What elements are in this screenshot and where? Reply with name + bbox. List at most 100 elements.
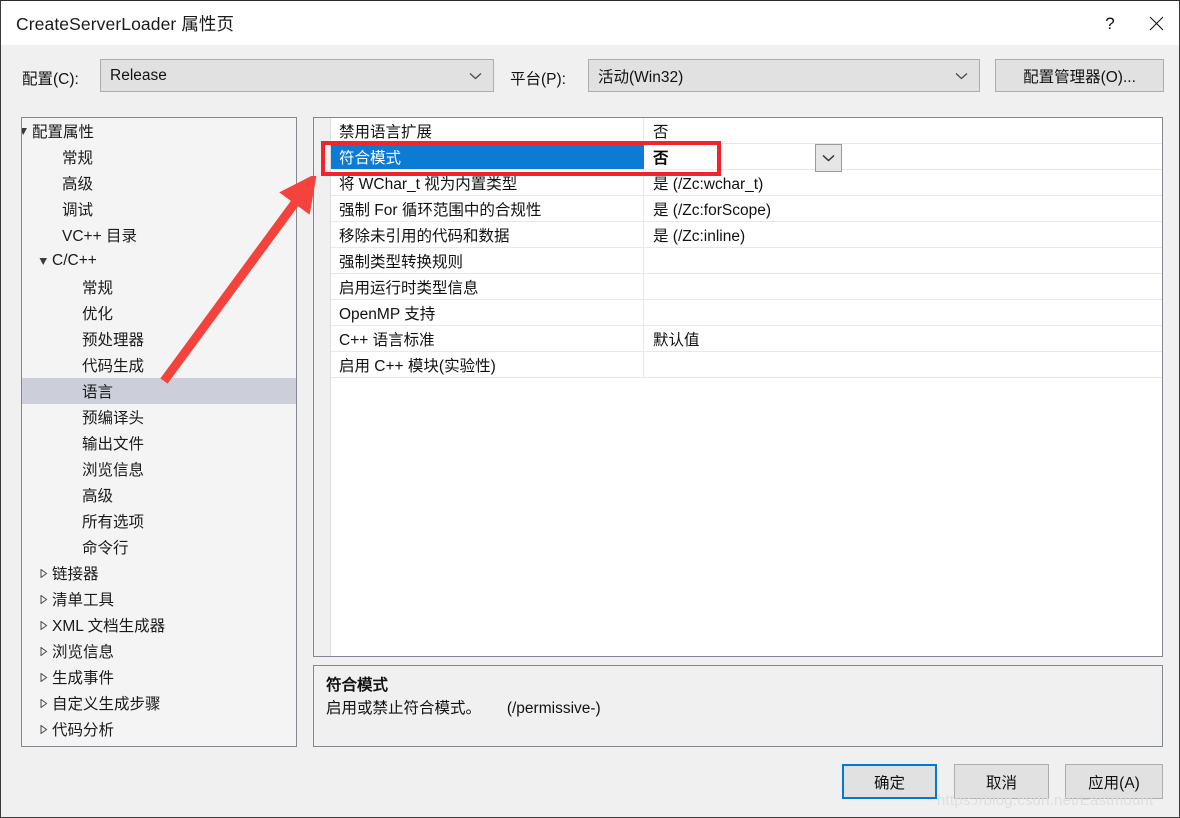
- title-bar-buttons: ?: [1087, 1, 1179, 45]
- tree-item-16[interactable]: 命令行: [22, 534, 296, 560]
- tree-item-22[interactable]: 自定义生成步骤: [22, 690, 296, 716]
- tree-collapsed-triangle-icon[interactable]: [36, 612, 50, 638]
- tree-item-10[interactable]: 语言: [22, 378, 296, 404]
- tree-item-label: 浏览信息: [82, 462, 145, 479]
- configuration-dropdown[interactable]: Release: [100, 59, 494, 92]
- tree-item-6[interactable]: 常规: [22, 274, 296, 300]
- tree-item-label: 高级: [62, 176, 94, 193]
- help-button[interactable]: ?: [1087, 1, 1133, 45]
- configuration-tree[interactable]: 配置属性 常规 高级 调试 VC++ 目录 C/C++ 常规 优化 预处理器 代码生成 语言 预编译头…: [21, 117, 297, 747]
- grid-row[interactable]: OpenMP 支持: [331, 300, 1162, 326]
- tree-item-12[interactable]: 输出文件: [22, 430, 296, 456]
- grid-row[interactable]: 强制 For 循环范围中的合规性是 (/Zc:forScope): [331, 196, 1162, 222]
- property-value[interactable]: [644, 248, 1162, 273]
- grid-row[interactable]: 启用运行时类型信息: [331, 274, 1162, 300]
- close-icon: [1149, 16, 1163, 30]
- platform-dropdown[interactable]: 活动(Win32): [588, 59, 980, 92]
- tree-collapsed-triangle-icon[interactable]: [36, 586, 50, 612]
- cancel-button[interactable]: 取消: [954, 764, 1049, 799]
- tree-item-label: 所有选项: [82, 514, 145, 531]
- tree-item-15[interactable]: 所有选项: [22, 508, 296, 534]
- property-value[interactable]: 是 (/Zc:forScope): [644, 196, 1162, 221]
- property-value[interactable]: 否: [644, 144, 1162, 169]
- platform-label: 平台(P):: [510, 71, 566, 88]
- tree-item-label: C/C++: [52, 252, 97, 269]
- tree-item-label: VC++ 目录: [62, 228, 137, 245]
- window-title: CreateServerLoader 属性页: [16, 13, 235, 34]
- property-value[interactable]: 是 (/Zc:wchar_t): [644, 170, 1162, 195]
- property-value[interactable]: [644, 300, 1162, 325]
- tree-item-label: 语言: [82, 384, 114, 401]
- grid-row[interactable]: 将 WChar_t 视为内置类型是 (/Zc:wchar_t): [331, 170, 1162, 196]
- tree-item-8[interactable]: 预处理器: [22, 326, 296, 352]
- grid-row[interactable]: 强制类型转换规则: [331, 248, 1162, 274]
- tree-collapsed-triangle-icon[interactable]: [36, 638, 50, 664]
- tree-item-label: XML 文档生成器: [52, 618, 166, 635]
- tree-item-21[interactable]: 生成事件: [22, 664, 296, 690]
- tree-item-label: 常规: [62, 150, 94, 167]
- tree-item-23[interactable]: 代码分析: [22, 716, 296, 742]
- title-bar: CreateServerLoader 属性页 ?: [1, 1, 1179, 45]
- configuration-manager-button[interactable]: 配置管理器(O)...: [995, 59, 1164, 92]
- tree-expanded-triangle-icon[interactable]: [36, 248, 50, 274]
- property-value[interactable]: [644, 274, 1162, 299]
- tree-item-label: 优化: [82, 306, 114, 323]
- property-description-pane: 符合模式 启用或禁止符合模式。 (/permissive-): [313, 665, 1163, 747]
- property-name: 强制类型转换规则: [331, 248, 644, 273]
- tree-item-label: 代码分析: [52, 722, 115, 739]
- tree-collapsed-triangle-icon[interactable]: [36, 664, 50, 690]
- chevron-down-icon: [822, 154, 835, 162]
- tree-item-label: 浏览信息: [52, 644, 115, 661]
- property-value[interactable]: 否: [644, 118, 1162, 143]
- tree-item-4[interactable]: VC++ 目录: [22, 222, 296, 248]
- tree-item-5[interactable]: C/C++: [22, 248, 296, 274]
- property-value[interactable]: 是 (/Zc:inline): [644, 222, 1162, 247]
- configuration-value: Release: [110, 66, 167, 84]
- tree-item-14[interactable]: 高级: [22, 482, 296, 508]
- tree-expanded-triangle-icon[interactable]: [22, 118, 30, 144]
- tree-item-17[interactable]: 链接器: [22, 560, 296, 586]
- properties-grid[interactable]: 禁用语言扩展否符合模式否将 WChar_t 视为内置类型是 (/Zc:wchar…: [313, 117, 1163, 657]
- tree-item-9[interactable]: 代码生成: [22, 352, 296, 378]
- tree-item-3[interactable]: 调试: [22, 196, 296, 222]
- chevron-down-icon: [955, 67, 968, 85]
- tree-item-13[interactable]: 浏览信息: [22, 456, 296, 482]
- tree-collapsed-triangle-icon[interactable]: [36, 690, 50, 716]
- property-name: 启用运行时类型信息: [331, 274, 644, 299]
- tree-collapsed-triangle-icon[interactable]: [36, 716, 50, 742]
- configuration-bar: 配置(C): Release 平台(P): 活动(Win32) 配置管理器(O)…: [1, 45, 1179, 105]
- property-pages-dialog: CreateServerLoader 属性页 ? 配置(C): Release: [0, 0, 1180, 818]
- grid-row[interactable]: 禁用语言扩展否: [331, 118, 1162, 144]
- ok-button[interactable]: 确定: [842, 764, 937, 799]
- tree-item-0[interactable]: 配置属性: [22, 118, 296, 144]
- tree-item-1[interactable]: 常规: [22, 144, 296, 170]
- tree-item-label: 预编译头: [82, 410, 145, 427]
- grid-row[interactable]: 符合模式否: [331, 144, 1162, 170]
- tree-item-label: 链接器: [52, 566, 99, 583]
- tree-item-7[interactable]: 优化: [22, 300, 296, 326]
- property-value[interactable]: 默认值: [644, 326, 1162, 351]
- property-name: 启用 C++ 模块(实验性): [331, 352, 644, 377]
- tree-item-2[interactable]: 高级: [22, 170, 296, 196]
- tree-item-11[interactable]: 预编译头: [22, 404, 296, 430]
- tree-item-label: 高级: [82, 488, 114, 505]
- configuration-label: 配置(C):: [22, 71, 79, 88]
- grid-left-gutter: [314, 118, 331, 656]
- tree-item-label: 常规: [82, 280, 114, 297]
- tree-item-label: 清单工具: [52, 592, 115, 609]
- chevron-down-icon: [469, 67, 482, 85]
- grid-row[interactable]: 移除未引用的代码和数据是 (/Zc:inline): [331, 222, 1162, 248]
- tree-collapsed-triangle-icon[interactable]: [36, 560, 50, 586]
- question-mark-icon: ?: [1105, 13, 1115, 33]
- tree-item-20[interactable]: 浏览信息: [22, 638, 296, 664]
- grid-row[interactable]: C++ 语言标准 默认值: [331, 326, 1162, 352]
- tree-item-label: 输出文件: [82, 436, 145, 453]
- property-name: 禁用语言扩展: [331, 118, 644, 143]
- property-value[interactable]: [644, 352, 1162, 377]
- close-button[interactable]: [1133, 1, 1179, 45]
- tree-item-18[interactable]: 清单工具: [22, 586, 296, 612]
- tree-item-19[interactable]: XML 文档生成器: [22, 612, 296, 638]
- grid-row[interactable]: 启用 C++ 模块(实验性): [331, 352, 1162, 378]
- apply-button[interactable]: 应用(A): [1065, 764, 1163, 799]
- property-value-dropdown-button[interactable]: [815, 144, 842, 172]
